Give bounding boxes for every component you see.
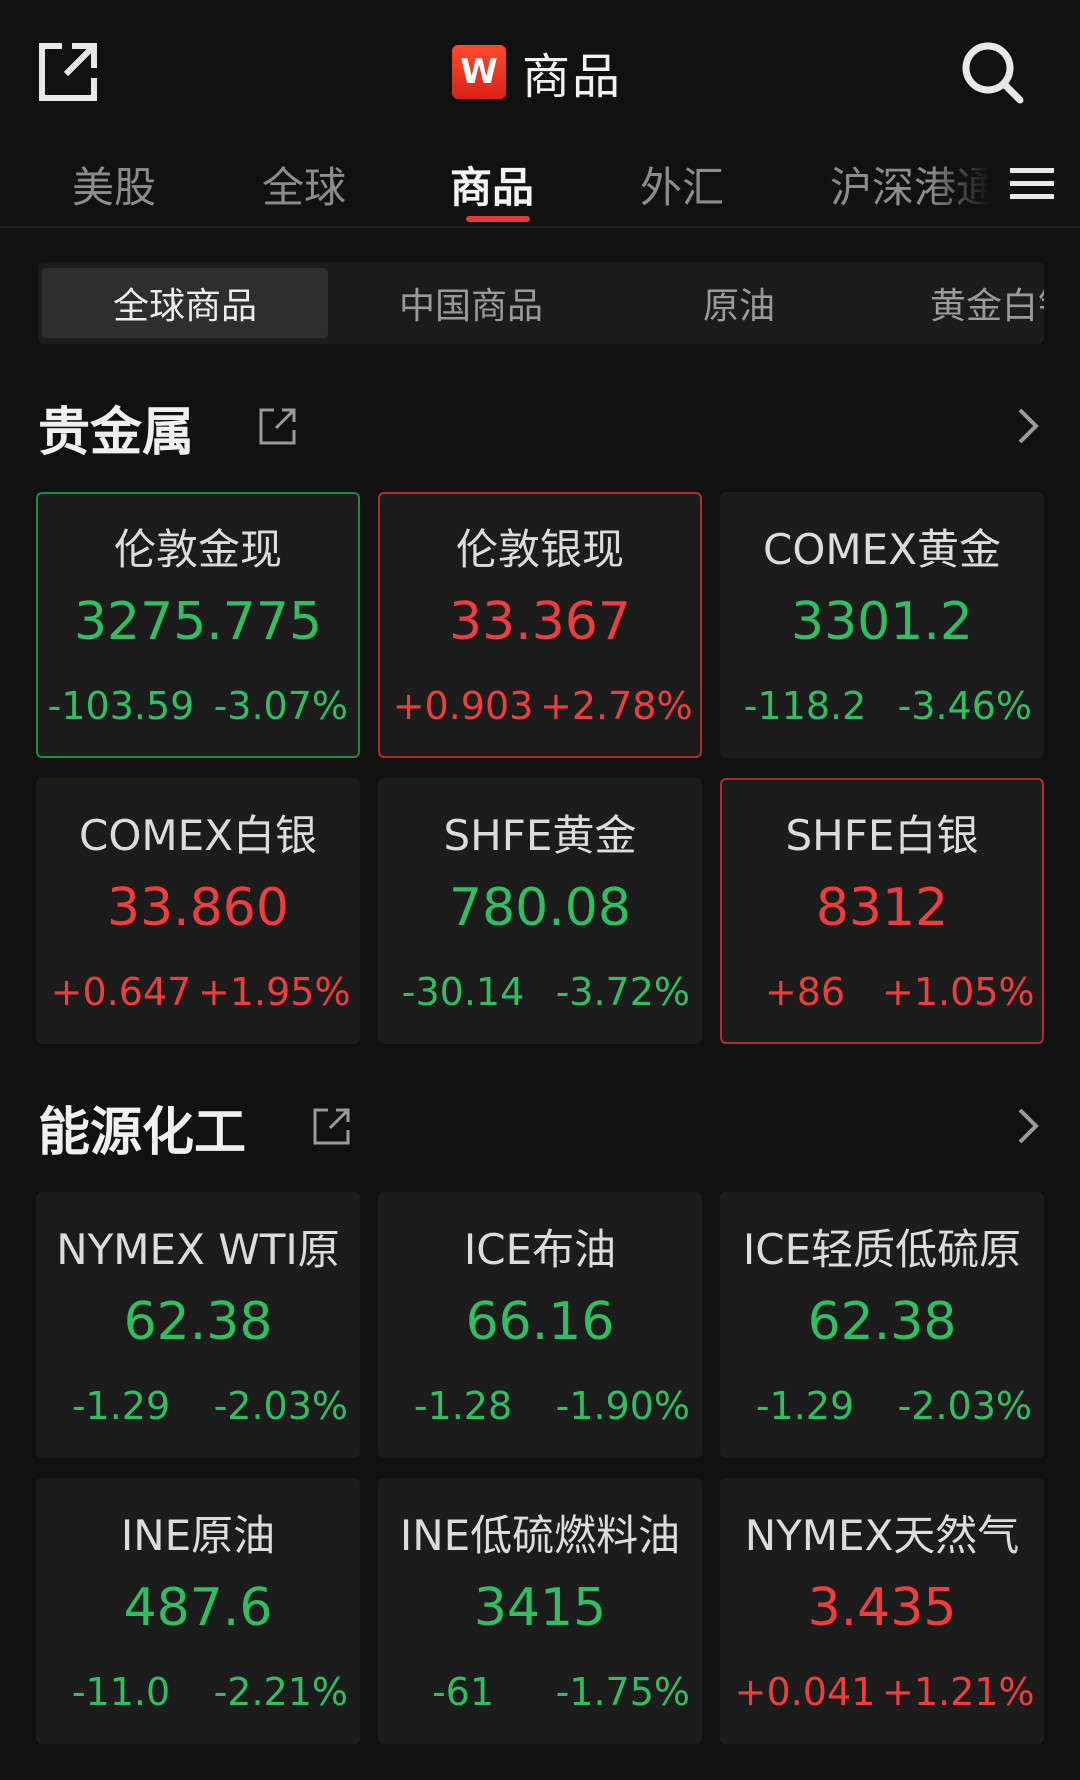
last-price: 3275.775 bbox=[73, 592, 323, 652]
tab-fade-overlay bbox=[930, 140, 1000, 226]
share-icon[interactable] bbox=[36, 40, 100, 104]
main-tab-bar: 美股 全球 商品 外汇 沪深港通 bbox=[0, 140, 1080, 226]
percent-change: +2.78% bbox=[540, 684, 693, 728]
active-tab-indicator bbox=[466, 216, 530, 222]
section-title: 能源化工 bbox=[38, 1103, 247, 1163]
percent-change: +1.21% bbox=[882, 1670, 1035, 1714]
tab-global[interactable]: 全球 bbox=[262, 154, 346, 215]
instrument-name: ICE轻质低硫原 bbox=[742, 1225, 1022, 1274]
price-change: -1.29 bbox=[71, 1384, 171, 1428]
instrument-name: SHFE黄金 bbox=[443, 811, 637, 860]
percent-change: -2.03% bbox=[897, 1384, 1032, 1428]
instrument-name: NYMEX天然气 bbox=[744, 1511, 1020, 1560]
percent-change: -2.21% bbox=[213, 1670, 348, 1714]
tab-commodities[interactable]: 商品 bbox=[450, 154, 534, 215]
title-group: W 商品 bbox=[452, 40, 623, 105]
percent-change: +1.05% bbox=[882, 970, 1035, 1014]
quote-card[interactable]: 伦敦银现 33.367 +0.903 +2.78% bbox=[378, 492, 702, 758]
instrument-name: 伦敦金现 bbox=[113, 525, 282, 574]
search-icon[interactable] bbox=[958, 38, 1028, 108]
quote-card[interactable]: COMEX白银 33.860 +0.647 +1.95% bbox=[36, 778, 360, 1044]
percent-change: -2.03% bbox=[213, 1384, 348, 1428]
top-bar: W 商品 bbox=[0, 0, 1080, 140]
instrument-name: COMEX白银 bbox=[79, 811, 317, 860]
last-price: 33.367 bbox=[449, 592, 631, 652]
menu-icon[interactable] bbox=[1008, 164, 1056, 204]
last-price: 62.38 bbox=[123, 1292, 273, 1352]
chevron-right-icon[interactable] bbox=[1010, 404, 1046, 448]
section-header-energy-chemicals[interactable]: 能源化工 bbox=[0, 1082, 1080, 1163]
last-price: 62.38 bbox=[807, 1292, 957, 1352]
percent-change: -3.72% bbox=[555, 970, 690, 1014]
percent-change: -3.46% bbox=[897, 684, 1032, 728]
quote-card[interactable]: ICE布油 66.16 -1.28 -1.90% bbox=[378, 1192, 702, 1458]
percent-change: -3.07% bbox=[213, 684, 348, 728]
tab-us-stocks[interactable]: 美股 bbox=[72, 154, 156, 215]
last-price: 8312 bbox=[815, 878, 949, 938]
instrument-name: SHFE白银 bbox=[785, 811, 979, 860]
share-icon[interactable] bbox=[256, 404, 300, 448]
price-change: -30.14 bbox=[401, 970, 525, 1014]
quote-card[interactable]: INE低硫燃料油 3415 -61 -1.75% bbox=[378, 1478, 702, 1744]
quote-card[interactable]: SHFE黄金 780.08 -30.14 -3.72% bbox=[378, 778, 702, 1044]
price-change: -1.28 bbox=[413, 1384, 513, 1428]
quote-card[interactable]: ICE轻质低硫原 62.38 -1.29 -2.03% bbox=[720, 1192, 1044, 1458]
price-change: -61 bbox=[431, 1670, 495, 1714]
quote-card[interactable]: INE原油 487.6 -11.0 -2.21% bbox=[36, 1478, 360, 1744]
quote-card[interactable]: SHFE白银 8312 +86 +1.05% bbox=[720, 778, 1044, 1044]
header-divider bbox=[0, 226, 1080, 228]
percent-change: -1.90% bbox=[555, 1384, 690, 1428]
section-header-precious-metals[interactable]: 贵金属 bbox=[0, 382, 1080, 463]
price-change: +0.647 bbox=[50, 970, 192, 1014]
app-root: W 商品 美股 全球 商品 外汇 沪深港通 全球商品 中国商品 原油 黄金白 贵… bbox=[0, 0, 1080, 1780]
instrument-name: ICE布油 bbox=[463, 1225, 617, 1274]
quote-card[interactable]: COMEX黄金 3301.2 -118.2 -3.46% bbox=[720, 492, 1044, 758]
instrument-name: INE低硫燃料油 bbox=[399, 1511, 681, 1560]
last-price: 487.6 bbox=[123, 1578, 273, 1638]
quote-card[interactable]: 伦敦金现 3275.775 -103.59 -3.07% bbox=[36, 492, 360, 758]
last-price: 3.435 bbox=[807, 1578, 957, 1638]
subtab-crude-oil[interactable]: 原油 bbox=[614, 268, 864, 338]
price-change: -1.29 bbox=[755, 1384, 855, 1428]
price-change: -11.0 bbox=[71, 1670, 171, 1714]
instrument-name: NYMEX WTI原 bbox=[56, 1225, 340, 1274]
subtab-china-commodities[interactable]: 中国商品 bbox=[328, 268, 614, 338]
subtab-gold-silver[interactable]: 黄金白银 bbox=[930, 268, 1044, 338]
app-logo: W bbox=[452, 45, 506, 99]
last-price: 33.860 bbox=[107, 878, 289, 938]
price-change: +0.041 bbox=[734, 1670, 876, 1714]
percent-change: -1.75% bbox=[555, 1670, 690, 1714]
instrument-name: INE原油 bbox=[120, 1511, 276, 1560]
section-title: 贵金属 bbox=[38, 403, 195, 463]
price-change: -118.2 bbox=[743, 684, 867, 728]
price-change: +0.903 bbox=[392, 684, 534, 728]
page-title: 商品 bbox=[522, 49, 623, 105]
last-price: 66.16 bbox=[465, 1292, 615, 1352]
instrument-name: COMEX黄金 bbox=[763, 525, 1001, 574]
percent-change: +1.95% bbox=[198, 970, 351, 1014]
sub-tab-bar: 全球商品 中国商品 原油 黄金白银 bbox=[38, 262, 1044, 344]
price-change: +86 bbox=[764, 970, 846, 1014]
quote-card[interactable]: NYMEX天然气 3.435 +0.041 +1.21% bbox=[720, 1478, 1044, 1744]
chevron-right-icon[interactable] bbox=[1010, 1104, 1046, 1148]
price-change: -103.59 bbox=[47, 684, 195, 728]
instrument-name: 伦敦银现 bbox=[455, 525, 624, 574]
last-price: 780.08 bbox=[449, 878, 631, 938]
tab-forex[interactable]: 外汇 bbox=[640, 154, 724, 215]
subtab-global-commodities[interactable]: 全球商品 bbox=[42, 268, 328, 338]
last-price: 3415 bbox=[473, 1578, 607, 1638]
last-price: 3301.2 bbox=[791, 592, 973, 652]
share-icon[interactable] bbox=[310, 1104, 354, 1148]
quote-card[interactable]: NYMEX WTI原 62.38 -1.29 -2.03% bbox=[36, 1192, 360, 1458]
